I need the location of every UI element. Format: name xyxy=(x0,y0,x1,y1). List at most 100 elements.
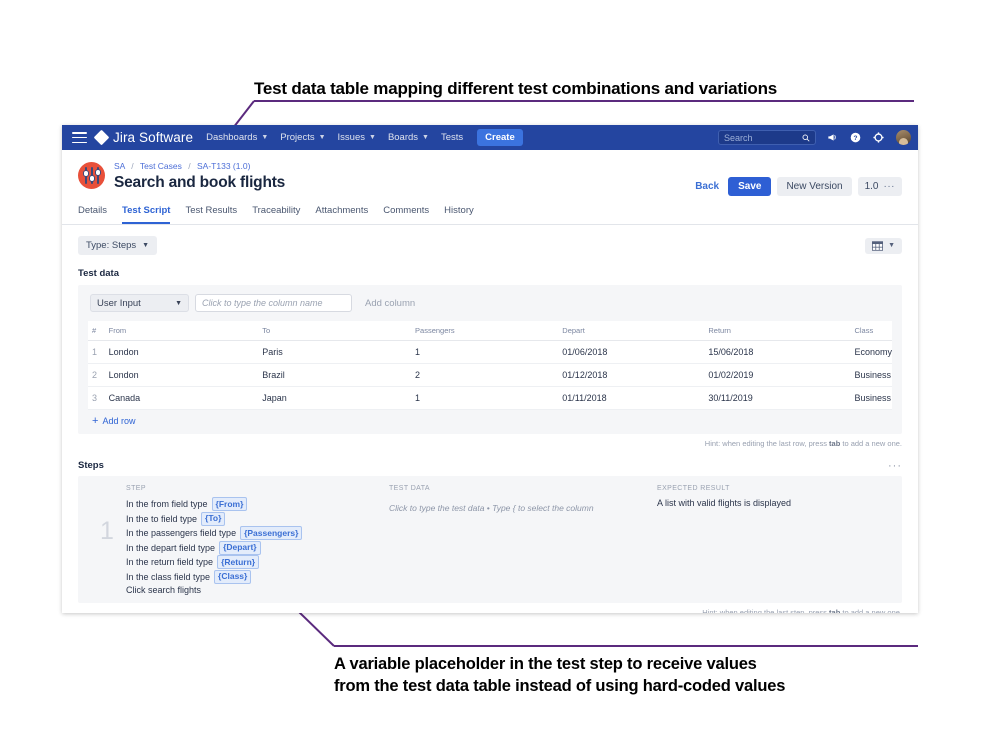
cell-passengers[interactable]: 1 xyxy=(415,386,563,410)
cell-class[interactable]: Business xyxy=(854,363,892,387)
jira-software-logo[interactable]: Jira Software xyxy=(93,129,193,146)
table-row[interactable]: 3 Canada Japan 1 01/11/2018 30/11/2019 B… xyxy=(88,386,892,410)
chevron-down-icon: ▼ xyxy=(261,134,269,141)
jira-global-navigation: Jira Software Dashboards ▼ Projects ▼ Is… xyxy=(62,125,918,150)
cell-passengers[interactable]: 2 xyxy=(415,363,563,387)
cell-to[interactable]: Paris xyxy=(262,340,416,364)
step-line: In the depart field type {Depart} xyxy=(126,540,389,555)
chevron-down-icon: ▼ xyxy=(318,134,326,141)
step-test-data-placeholder: Click to type the test data • Type { to … xyxy=(389,503,594,513)
version-menu-button[interactable]: 1.0 ··· xyxy=(857,177,902,196)
step-test-data-cell[interactable]: Click to type the test data • Type { to … xyxy=(389,497,657,516)
script-type-select[interactable]: Type: Steps ▼ xyxy=(78,236,158,255)
cell-return[interactable]: 01/02/2019 xyxy=(708,363,855,387)
nav-item-projects[interactable]: Projects ▼ xyxy=(280,132,325,143)
cell-return[interactable]: 15/06/2018 xyxy=(708,340,855,364)
hamburger-icon[interactable] xyxy=(72,132,87,143)
step-line: In the from field type {From} xyxy=(126,497,389,511)
new-version-button[interactable]: New Version xyxy=(777,177,852,196)
nav-item-tests[interactable]: Tests xyxy=(441,132,463,143)
add-row-label: Add row xyxy=(102,416,136,426)
breadcrumb-item-testcases[interactable]: Test Cases xyxy=(140,161,182,171)
variable-placeholder-to[interactable]: {To} xyxy=(201,511,226,526)
variable-placeholder-from[interactable]: {From} xyxy=(211,497,248,511)
user-avatar[interactable] xyxy=(896,130,911,145)
cell-to[interactable]: Brazil xyxy=(262,363,416,387)
chevron-down-icon: ▼ xyxy=(888,242,895,249)
create-button[interactable]: Create xyxy=(477,129,523,146)
tab-comments[interactable]: Comments xyxy=(383,205,429,224)
column-type-select[interactable]: User Input ▼ xyxy=(90,294,189,312)
step-description[interactable]: In the from field type {From} In the to … xyxy=(126,497,389,597)
cell-to[interactable]: Japan xyxy=(262,386,416,410)
nav-item-boards[interactable]: Boards ▼ xyxy=(388,132,429,143)
steps-more-menu[interactable]: ··· xyxy=(888,460,902,471)
cell-passengers[interactable]: 1 xyxy=(415,340,563,364)
global-search-input[interactable]: Search xyxy=(718,130,816,145)
table-row[interactable]: 2 London Brazil 2 01/12/2018 01/02/2019 … xyxy=(88,363,892,387)
column-header-index: # xyxy=(88,321,109,341)
nav-item-dashboards[interactable]: Dashboards ▼ xyxy=(206,132,268,143)
step-line-text: In the to field type xyxy=(126,513,198,524)
breadcrumb-separator: / xyxy=(131,161,134,171)
tab-test-results[interactable]: Test Results xyxy=(185,205,237,224)
steps-column-headers: STEP TEST DATA EXPECTED RESULT xyxy=(88,485,892,492)
breadcrumb-separator: / xyxy=(188,161,191,171)
megaphone-icon[interactable] xyxy=(827,132,838,143)
settings-gear-icon[interactable] xyxy=(873,132,884,143)
variable-placeholder-return[interactable]: {Return} xyxy=(217,555,260,569)
cell-index: 1 xyxy=(88,340,109,364)
variable-placeholder-class[interactable]: {Class} xyxy=(214,569,252,584)
step-line-text: In the return field type xyxy=(126,557,214,567)
annotation-top-text: Test data table mapping different test c… xyxy=(254,79,778,98)
steps-column-header-expected-result: EXPECTED RESULT xyxy=(657,485,730,492)
step-line-text: In the depart field type xyxy=(126,542,216,553)
breadcrumb-item-issue-key[interactable]: SA-T133 (1.0) xyxy=(197,161,250,171)
tab-details[interactable]: Details xyxy=(78,205,107,224)
tab-attachments[interactable]: Attachments xyxy=(315,205,368,224)
grid-view-icon xyxy=(872,240,884,251)
cell-index: 2 xyxy=(88,363,109,387)
save-button[interactable]: Save xyxy=(728,177,772,196)
table-header-row: # From To Passengers Depart Return Class xyxy=(88,321,892,341)
breadcrumb-item-project[interactable]: SA xyxy=(114,161,125,171)
cell-index: 3 xyxy=(88,386,109,410)
nav-item-boards-label: Boards xyxy=(387,132,419,143)
steps-panel: STEP TEST DATA EXPECTED RESULT 1 In the … xyxy=(78,476,902,603)
add-row-button[interactable]: + Add row xyxy=(88,410,892,428)
column-name-placeholder: Click to type the column name xyxy=(202,298,323,308)
cell-depart[interactable]: 01/12/2018 xyxy=(562,363,709,387)
grid-view-toggle[interactable]: ▼ xyxy=(865,237,902,254)
step-line-text: In the class field type xyxy=(126,571,211,582)
column-name-input[interactable]: Click to type the column name xyxy=(195,294,352,312)
tab-traceability[interactable]: Traceability xyxy=(252,205,300,224)
jira-app-window: Jira Software Dashboards ▼ Projects ▼ Is… xyxy=(62,125,918,613)
help-icon[interactable]: ? xyxy=(850,132,861,143)
nav-item-dashboards-label: Dashboards xyxy=(206,132,258,143)
variable-placeholder-passengers[interactable]: {Passengers} xyxy=(240,526,303,540)
nav-item-issues-label: Issues xyxy=(337,132,365,143)
variable-placeholder-depart[interactable]: {Depart} xyxy=(219,540,261,555)
header-row: SA / Test Cases / SA-T133 (1.0) Search a… xyxy=(78,161,902,196)
test-data-table: # From To Passengers Depart Return Class… xyxy=(88,321,892,410)
table-row[interactable]: 1 London Paris 1 01/06/2018 15/06/2018 E… xyxy=(88,340,892,364)
cell-from[interactable]: Canada xyxy=(108,386,263,410)
steps-header: Steps ··· xyxy=(78,460,902,471)
test-case-tabs: Details Test Script Test Results Traceab… xyxy=(62,205,918,225)
nav-item-issues[interactable]: Issues ▼ xyxy=(338,132,376,143)
version-label: 1.0 xyxy=(864,181,879,192)
cell-depart[interactable]: 01/06/2018 xyxy=(562,340,709,364)
cell-depart[interactable]: 01/11/2018 xyxy=(562,386,709,410)
step-expected-result-cell[interactable]: A list with valid flights is displayed xyxy=(657,497,892,508)
tab-history[interactable]: History xyxy=(444,205,474,224)
add-column-button[interactable]: Add column xyxy=(365,298,415,309)
cell-class[interactable]: Business xyxy=(854,386,892,410)
search-icon xyxy=(802,134,810,142)
cell-return[interactable]: 30/11/2019 xyxy=(708,386,855,410)
cell-class[interactable]: Economy xyxy=(854,340,892,364)
cell-from[interactable]: London xyxy=(108,340,263,364)
hint-prefix: Hint: when editing the last step, press xyxy=(702,607,830,614)
back-button[interactable]: Back xyxy=(695,181,719,192)
tab-test-script[interactable]: Test Script xyxy=(122,205,171,224)
cell-from[interactable]: London xyxy=(108,363,263,387)
